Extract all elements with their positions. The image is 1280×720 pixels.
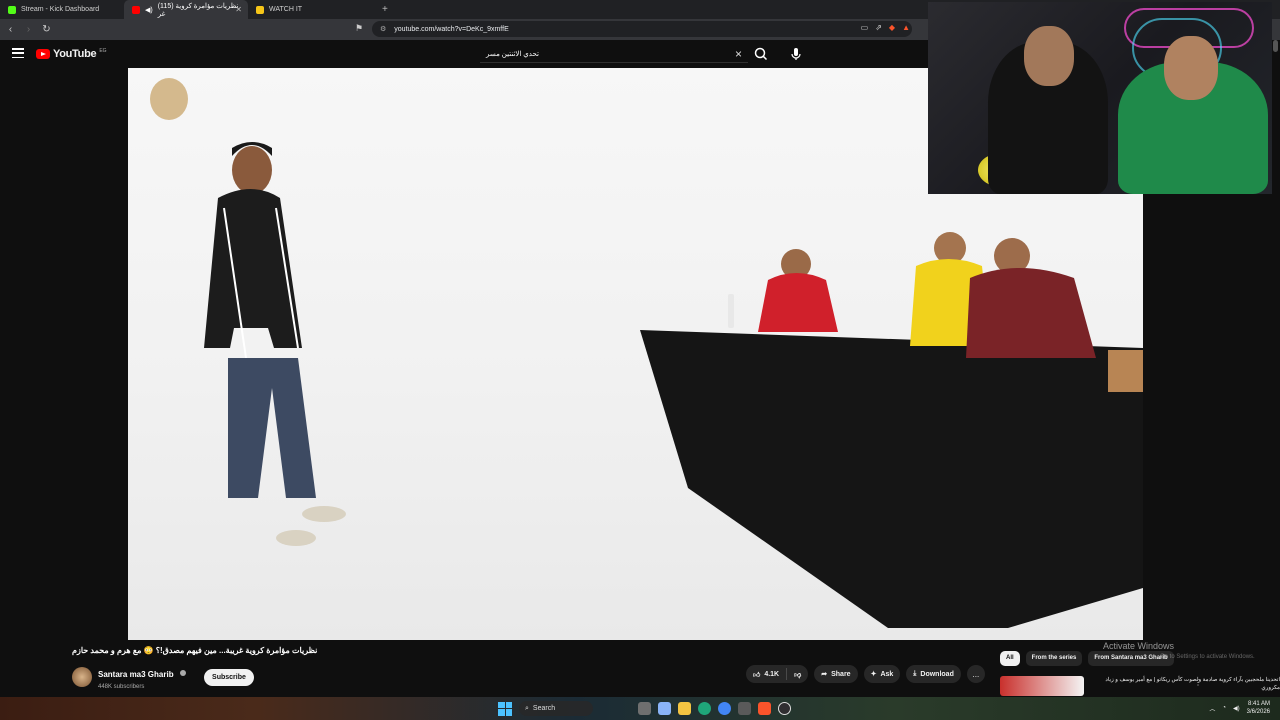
share-label: Share (831, 670, 851, 678)
network-icon[interactable]: ◔ (1222, 705, 1226, 711)
reload-icon[interactable]: ↻ (39, 24, 54, 35)
video-title: نظريات مؤامرة كروية غريبة... مين فيهم مص… (72, 646, 318, 655)
tab-kick-dashboard[interactable]: Stream - Kick Dashboard (0, 0, 124, 19)
tab-title: WATCH IT (269, 6, 303, 13)
youtube-play-icon (36, 49, 50, 59)
bookmark-icon[interactable]: ⚑ (355, 23, 363, 34)
share-icon: ➦ (821, 671, 828, 678)
like-button[interactable]: 👍︎ 4.1K (746, 670, 786, 679)
youtube-favicon-icon (132, 5, 140, 14)
close-tab-icon[interactable]: ✕ (235, 5, 242, 14)
channel-avatar[interactable] (72, 667, 92, 687)
verified-icon (180, 669, 187, 676)
new-tab-button[interactable]: + (372, 4, 398, 15)
ask-label: Ask (880, 670, 894, 678)
taskbar-search[interactable]: ⌕ Search (519, 701, 593, 716)
taskbar-search-label: Search (532, 705, 556, 712)
tab-title: (115) نظريات مؤامرة كروية غر (157, 2, 239, 18)
youtube-logo[interactable]: YouTube EG (36, 48, 107, 60)
download-icon: ⤓ (913, 670, 917, 677)
subscriber-count: 448K subscribers (98, 684, 145, 690)
ask-button[interactable]: ✦ Ask (863, 665, 901, 683)
menu-icon[interactable] (12, 48, 24, 58)
file-explorer-icon[interactable] (678, 702, 691, 715)
microphone-icon[interactable] (788, 46, 804, 62)
speaker-icon[interactable]: ◀) (145, 6, 153, 14)
task-view-icon[interactable] (658, 702, 671, 715)
kebab-menu-icon[interactable]: ⋮ (1194, 678, 1202, 687)
tray-overflow-icon[interactable]: ︿ (1209, 704, 1215, 713)
rewards-icon[interactable]: ▲ (902, 23, 910, 32)
more-actions-button[interactable]: ... (966, 665, 985, 683)
video-actions: 👍︎ 4.1K 👎︎ ➦ Share ✦ Ask ⤓ Download ... (746, 665, 985, 683)
widgets-icon[interactable] (638, 702, 651, 715)
download-button[interactable]: ⤓ Download (906, 665, 961, 683)
thumbs-up-icon: 👍︎ (753, 671, 761, 679)
brave-shield-icon[interactable]: ◆ (889, 23, 895, 32)
address-bar[interactable]: ⚙ youtube.com/watch?v=DeKc_9xmffE (372, 21, 912, 37)
edge-icon[interactable] (698, 702, 711, 715)
activate-windows-title: Activate Windows (1103, 641, 1175, 651)
channel-row: Santara ma3 Gharib 448K subscribers Subs… (72, 664, 254, 690)
activate-windows-subtitle: Go to Settings to activate Windows. (1160, 654, 1255, 660)
share-button[interactable]: ➦ Share (814, 665, 858, 683)
system-tray: ︿ ◔ ◀) 8:41 AM 3/6/2026 (1209, 700, 1270, 716)
streamer-webcam-overlay (928, 2, 1272, 194)
video-player[interactable] (0, 2, 1280, 640)
dislike-button[interactable]: 👎︎ (787, 670, 808, 679)
date: 3/6/2026 (1246, 709, 1270, 715)
chip-from-series[interactable]: From the series (1025, 651, 1083, 666)
share-page-icon[interactable]: ⇗ (875, 23, 882, 32)
extension-icons: ▭ ⇗ ◆ ▲ (861, 23, 910, 32)
tab-title: Stream - Kick Dashboard (21, 6, 100, 13)
site-info-icon[interactable]: ⚙ (380, 25, 386, 33)
channel-name[interactable]: Santara ma3 Gharib (98, 670, 174, 679)
country-code: EG (99, 48, 107, 54)
like-dislike-group: 👍︎ 4.1K 👎︎ (746, 665, 809, 683)
search-icon: ⌕ (525, 704, 529, 712)
search-icon[interactable] (752, 46, 770, 62)
time: 8:41 AM (1247, 701, 1270, 707)
install-icon[interactable]: ▭ (861, 23, 869, 32)
search-input[interactable]: تحدي الاثنتين مسر × (480, 45, 748, 63)
taskbar-apps: ⌕ Search (498, 701, 791, 716)
recommended-video[interactable]: اتحدينا ملحجبين بآراء كروية صادمة ولصوت … (1000, 676, 1280, 696)
tab-watch-it[interactable]: WATCH IT (248, 0, 372, 19)
clear-search-icon[interactable]: × (735, 47, 742, 61)
download-label: Download (920, 670, 954, 678)
streamer-left-face (1024, 26, 1074, 86)
page-scrollbar[interactable] (1273, 40, 1278, 52)
recommended-thumbnail[interactable] (1000, 676, 1084, 696)
watchit-favicon-icon (256, 5, 264, 14)
logo-text: YouTube (53, 48, 97, 60)
standing-man (204, 142, 346, 546)
store-icon[interactable] (738, 702, 751, 715)
volume-icon[interactable]: ◀) (1233, 705, 1240, 712)
chrome-icon[interactable] (718, 702, 731, 715)
chip-all[interactable]: All (1000, 651, 1020, 666)
channel-info: Santara ma3 Gharib 448K subscribers (98, 664, 187, 690)
url-text: youtube.com/watch?v=DeKc_9xmffE (394, 25, 509, 33)
streamer-right-face (1164, 36, 1218, 100)
tab-youtube-video[interactable]: ◀) (115) نظريات مؤامرة كروية غر ✕ (124, 0, 248, 19)
recommended-title[interactable]: اتحدينا ملحجبين بآراء كروية صادمة ولصوت … (1090, 676, 1280, 696)
windows-taskbar: ⌕ Search ︿ ◔ ◀) 8:41 AM 3/6/2026 (0, 697, 1280, 720)
clock[interactable]: 8:41 AM 3/6/2026 (1247, 700, 1270, 716)
obs-icon[interactable] (778, 702, 791, 715)
recommendation-chips: All From the series From Santara ma3 Gha… (1000, 651, 1174, 666)
like-count: 4.1K (764, 670, 780, 678)
sparkle-icon: ✦ (870, 671, 877, 678)
search-value: تحدي الاثنتين مسر (486, 51, 539, 58)
start-icon[interactable] (498, 701, 512, 716)
subscribe-button[interactable]: Subscribe (204, 668, 254, 686)
brave-icon[interactable] (758, 702, 771, 715)
back-icon[interactable]: ‹ (3, 24, 18, 35)
forward-icon[interactable]: › (21, 24, 36, 35)
thumbs-down-icon: 👎︎ (794, 671, 802, 679)
kick-favicon-icon (8, 5, 16, 14)
